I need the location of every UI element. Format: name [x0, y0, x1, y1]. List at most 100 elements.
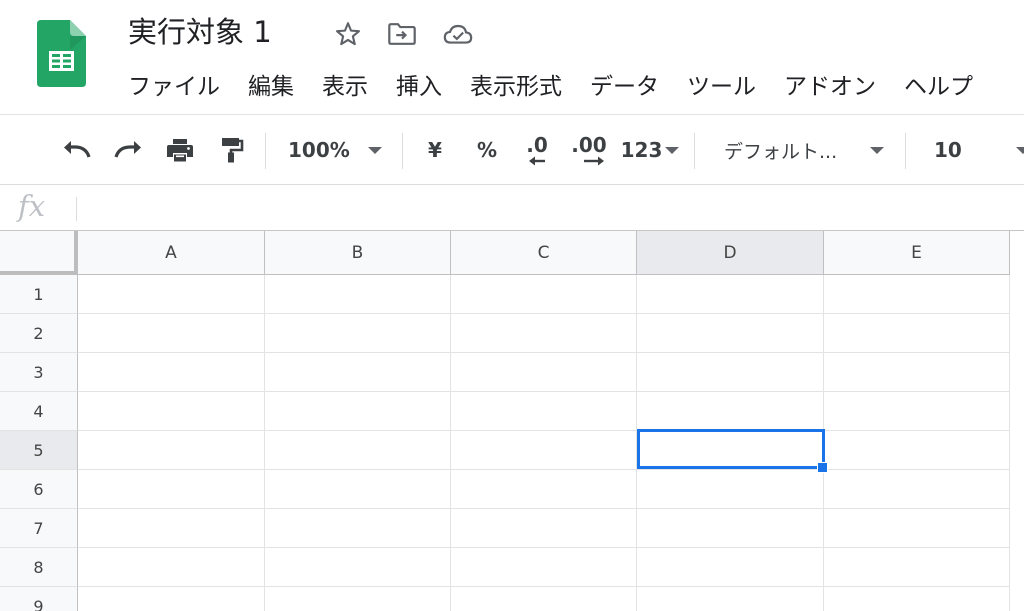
cell-a1[interactable] [78, 275, 265, 314]
row-header-1[interactable]: 1 [0, 275, 78, 314]
row-header-3[interactable]: 3 [0, 353, 78, 392]
font-family-select[interactable]: デフォルト... [712, 115, 892, 185]
cell-b3[interactable] [265, 353, 451, 392]
cell-d4[interactable] [637, 392, 824, 431]
cell-d2[interactable] [637, 314, 824, 353]
arrow-left-icon [529, 156, 545, 166]
cell-c2[interactable] [451, 314, 637, 353]
cell-e6[interactable] [824, 470, 1010, 509]
star-icon[interactable] [332, 18, 364, 50]
undo-icon [64, 141, 91, 158]
spreadsheet-grid: A B C D E 1 2 3 4 5 6 7 8 9 [0, 231, 1024, 611]
toolbar: 100% ¥ % .0 .00 123 デフォルト... 10 [0, 114, 1024, 185]
cell-e2[interactable] [824, 314, 1010, 353]
column-header-d[interactable]: D [637, 231, 824, 275]
cell-a7[interactable] [78, 509, 265, 548]
cell-e9[interactable] [824, 587, 1010, 611]
cell-c7[interactable] [451, 509, 637, 548]
cell-a4[interactable] [78, 392, 265, 431]
cell-e7[interactable] [824, 509, 1010, 548]
cell-b6[interactable] [265, 470, 451, 509]
column-header-e[interactable]: E [824, 231, 1010, 275]
sheets-logo-icon[interactable] [37, 20, 86, 87]
cell-e5[interactable] [824, 431, 1010, 470]
font-size-select[interactable]: 10 [920, 115, 1024, 185]
cell-e1[interactable] [824, 275, 1010, 314]
menu-view[interactable]: 表示 [308, 68, 382, 106]
increase-decimal-label: .00 [571, 133, 607, 157]
cell-c4[interactable] [451, 392, 637, 431]
paint-format-icon [222, 138, 244, 163]
column-header-a[interactable]: A [78, 231, 265, 275]
cell-d8[interactable] [637, 548, 824, 587]
increase-decimal-button[interactable]: .00 [566, 115, 612, 185]
cell-b1[interactable] [265, 275, 451, 314]
menu-edit[interactable]: 編集 [234, 68, 308, 106]
row-header-6[interactable]: 6 [0, 470, 78, 509]
row-header-4[interactable]: 4 [0, 392, 78, 431]
cell-c6[interactable] [451, 470, 637, 509]
row-header-7[interactable]: 7 [0, 509, 78, 548]
menu-file[interactable]: ファイル [114, 68, 234, 106]
cloud-saved-icon[interactable] [442, 18, 474, 50]
zoom-select[interactable]: 100% [280, 115, 390, 185]
arrow-right-icon [584, 156, 604, 166]
row-header-9[interactable]: 9 [0, 587, 78, 611]
formula-input[interactable] [84, 189, 1014, 227]
cell-b2[interactable] [265, 314, 451, 353]
cell-a3[interactable] [78, 353, 265, 392]
row-header-2[interactable]: 2 [0, 314, 78, 353]
cell-a8[interactable] [78, 548, 265, 587]
undo-button[interactable] [55, 115, 99, 185]
select-all-corner[interactable] [0, 231, 78, 275]
cell-d5[interactable] [637, 431, 824, 470]
currency-format-button[interactable]: ¥ [416, 115, 454, 185]
redo-button[interactable] [106, 115, 150, 185]
print-button[interactable] [158, 115, 202, 185]
cell-b7[interactable] [265, 509, 451, 548]
formula-divider [76, 197, 77, 221]
cell-a6[interactable] [78, 470, 265, 509]
menu-insert[interactable]: 挿入 [382, 68, 456, 106]
cell-c8[interactable] [451, 548, 637, 587]
cell-a2[interactable] [78, 314, 265, 353]
decrease-decimal-button[interactable]: .0 [515, 115, 559, 185]
percent-format-button[interactable]: % [468, 115, 506, 185]
cell-b9[interactable] [265, 587, 451, 611]
row-header-5[interactable]: 5 [0, 431, 78, 470]
menu-addons[interactable]: アドオン [770, 68, 890, 106]
cell-c5[interactable] [451, 431, 637, 470]
cell-d3[interactable] [637, 353, 824, 392]
menu-help[interactable]: ヘルプ [890, 68, 987, 106]
column-header-b[interactable]: B [265, 231, 451, 275]
row-header-8[interactable]: 8 [0, 548, 78, 587]
menu-data[interactable]: データ [576, 68, 673, 106]
cell-b8[interactable] [265, 548, 451, 587]
font-family-value: デフォルト... [724, 140, 838, 163]
cell-e8[interactable] [824, 548, 1010, 587]
column-header-c[interactable]: C [451, 231, 637, 275]
more-formats-label: 123 [620, 138, 663, 162]
fill-handle[interactable] [817, 462, 828, 473]
cell-e4[interactable] [824, 392, 1010, 431]
document-title[interactable]: 実行対象 1 [128, 12, 272, 52]
fx-icon: fx [18, 189, 46, 223]
cell-b5[interactable] [265, 431, 451, 470]
cell-b4[interactable] [265, 392, 451, 431]
cell-d7[interactable] [637, 509, 824, 548]
cell-a5[interactable] [78, 431, 265, 470]
cell-c1[interactable] [451, 275, 637, 314]
move-to-folder-icon[interactable] [386, 18, 418, 50]
cell-d9[interactable] [637, 587, 824, 611]
cell-d1[interactable] [637, 275, 824, 314]
menu-tools[interactable]: ツール [673, 68, 770, 106]
more-formats-button[interactable]: 123 [618, 115, 682, 185]
cell-a9[interactable] [78, 587, 265, 611]
header: 実行対象 1 ファイル 編集 表示 挿入 表示形式 データ ツール アドオン ヘ… [0, 0, 1024, 114]
cell-c3[interactable] [451, 353, 637, 392]
cell-e3[interactable] [824, 353, 1010, 392]
menu-format[interactable]: 表示形式 [456, 68, 576, 106]
paint-format-button[interactable] [210, 115, 254, 185]
cell-c9[interactable] [451, 587, 637, 611]
cell-d6[interactable] [637, 470, 824, 509]
